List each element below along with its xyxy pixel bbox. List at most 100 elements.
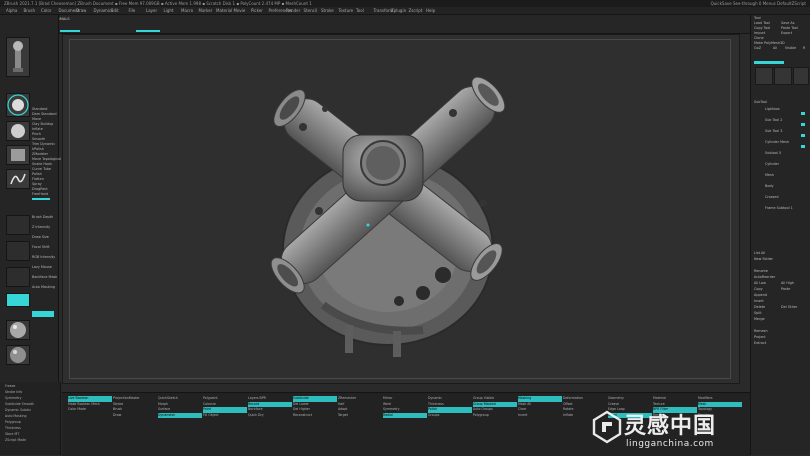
canvas-viewport[interactable] — [62, 34, 740, 384]
visibility-toggle[interactable] — [801, 123, 805, 126]
tool-menu-title[interactable]: Tool — [754, 16, 761, 20]
tool-thumb-2[interactable] — [774, 67, 792, 85]
slider-fill-2[interactable] — [32, 311, 54, 317]
subtool-item[interactable]: Cylinder — [765, 162, 779, 166]
bottom-button[interactable]: Radial — [383, 412, 427, 419]
left-label[interactable]: hPolish — [32, 147, 44, 151]
left-setting[interactable]: Draw Size — [32, 235, 49, 239]
menu-item[interactable]: Zplugin — [391, 8, 406, 13]
left-setting[interactable]: Brush Depth — [32, 215, 53, 219]
title-right-info[interactable]: QuickSave See-through 0 Menus DefaultZSc… — [711, 1, 806, 6]
insert-button[interactable]: Insert — [754, 299, 764, 303]
left-label[interactable]: Standard — [32, 107, 47, 111]
make-polymesh-button[interactable]: Make PolyMesh3D — [754, 41, 785, 45]
subtool-item[interactable]: Cylinder Mesh — [765, 140, 789, 144]
visibility-toggle[interactable] — [801, 134, 805, 137]
menu-item[interactable]: Edit — [111, 8, 119, 13]
left-label[interactable]: Polish — [32, 172, 42, 176]
copy-tool-button[interactable]: Copy Tool — [754, 26, 770, 30]
left-label[interactable]: FreeHand — [32, 192, 48, 196]
delete-button[interactable]: Delete — [754, 305, 765, 309]
left-label[interactable]: Pinch — [32, 132, 41, 136]
material-slot-2[interactable] — [6, 241, 30, 261]
material-sphere[interactable] — [6, 320, 30, 340]
left-bottom-item[interactable]: Polygroup — [5, 420, 21, 424]
left-label[interactable]: Inflate — [32, 127, 43, 131]
menu-item[interactable]: Color — [41, 8, 51, 13]
left-label[interactable]: Clay Buildup — [32, 122, 53, 126]
menu-item[interactable]: File — [129, 8, 136, 13]
material-slot[interactable] — [6, 215, 30, 235]
left-setting[interactable]: Lazy Mouse — [32, 265, 52, 269]
left-bottom-item[interactable]: Stroke Info — [5, 390, 22, 394]
left-label[interactable]: ZModeler — [32, 152, 48, 156]
matcap-sphere[interactable] — [6, 345, 30, 365]
color-swatch[interactable] — [6, 293, 30, 307]
left-label[interactable]: Dam Standard — [32, 112, 57, 116]
alpha-preview[interactable] — [6, 121, 30, 141]
left-label[interactable]: Move Topological — [32, 157, 61, 161]
menu-item[interactable]: Marker — [199, 8, 213, 13]
merge-button[interactable]: Merge — [754, 317, 765, 321]
bottom-button[interactable]: Quick Dry — [248, 413, 292, 419]
left-setting[interactable]: Auto Masking — [32, 285, 55, 289]
menu-item[interactable]: Zscript — [409, 8, 423, 13]
left-bottom-item[interactable]: ZScript Mode — [5, 438, 26, 442]
subtool-item[interactable]: Sub Tool 3 — [765, 129, 782, 133]
bottom-button[interactable]: Dynamesh — [158, 412, 202, 419]
material-slot-3[interactable] — [6, 267, 30, 287]
menu-item[interactable]: Stencil — [304, 8, 318, 13]
left-label[interactable]: Move — [32, 117, 41, 121]
subtool-item[interactable]: Subtool 5 — [765, 151, 781, 155]
stroke-icon[interactable] — [6, 169, 30, 189]
tool-thumb-3[interactable] — [793, 67, 809, 85]
all-low-button[interactable]: All Low — [754, 281, 766, 285]
all-button[interactable]: All — [773, 46, 777, 50]
load-tool-button[interactable]: Load Tool — [754, 21, 770, 25]
split-button[interactable]: Split — [754, 311, 762, 315]
bottom-button[interactable]: Polygroup — [473, 413, 517, 419]
export-button[interactable]: Export — [781, 31, 792, 35]
left-bottom-item[interactable]: Freeze — [5, 384, 15, 388]
menu-item[interactable]: Picker — [251, 8, 263, 13]
autoreorder-button[interactable]: AutoReorder — [754, 275, 775, 279]
subtool-item[interactable]: Body — [765, 184, 774, 188]
menu-item[interactable]: Alpha — [6, 8, 17, 13]
menu-item[interactable]: Movie — [234, 8, 246, 13]
bottom-button[interactable]: Target — [338, 413, 382, 419]
r-button[interactable]: R — [803, 46, 805, 50]
slider-fill[interactable] — [32, 198, 50, 200]
goz-button[interactable]: GoZ — [754, 46, 761, 50]
extract-button[interactable]: Extract — [754, 341, 766, 345]
left-label[interactable]: Spray — [32, 182, 42, 186]
subtool-item[interactable]: Frame Subtool 1 — [765, 206, 793, 210]
visibility-toggle[interactable] — [801, 112, 805, 115]
menu-item[interactable]: Texture — [339, 8, 354, 13]
bottom-button[interactable]: Invert — [518, 413, 562, 419]
left-label[interactable]: Smooth — [32, 137, 45, 141]
save-as-button[interactable]: Save As — [781, 21, 795, 25]
subtool-item[interactable]: Crossed — [765, 195, 779, 199]
all-high-button[interactable]: All High — [781, 281, 794, 285]
menu-item[interactable]: Tool — [356, 8, 364, 13]
left-bottom-item[interactable]: Thickness — [5, 426, 21, 430]
menu-item[interactable]: Layer — [146, 8, 157, 13]
bottom-button[interactable]: Color Mode — [68, 407, 112, 413]
bottom-button[interactable]: Draw — [113, 413, 157, 419]
menu-item[interactable]: Light — [164, 8, 174, 13]
menu-item[interactable]: Draw — [76, 8, 86, 13]
left-bottom-item[interactable]: Symmetry — [5, 396, 22, 400]
clone-button[interactable]: Clone — [754, 36, 764, 40]
left-bottom-item[interactable]: Dynamic Subdiv — [5, 408, 31, 412]
copy-button[interactable]: Copy — [754, 287, 763, 291]
left-label[interactable]: Snake Hook — [32, 162, 52, 166]
paste-tool-button[interactable]: Paste Tool — [781, 26, 798, 30]
left-bottom-item[interactable]: Store MT — [5, 432, 19, 436]
append-button[interactable]: Append — [754, 293, 767, 297]
bottom-button[interactable]: Groups — [428, 413, 472, 419]
visibility-toggle[interactable] — [801, 145, 805, 148]
texture-preview[interactable] — [6, 145, 30, 165]
project-button[interactable]: Project — [754, 335, 766, 339]
sculpt-model[interactable] — [63, 35, 739, 383]
subtool-item[interactable]: Mesh — [765, 173, 774, 177]
